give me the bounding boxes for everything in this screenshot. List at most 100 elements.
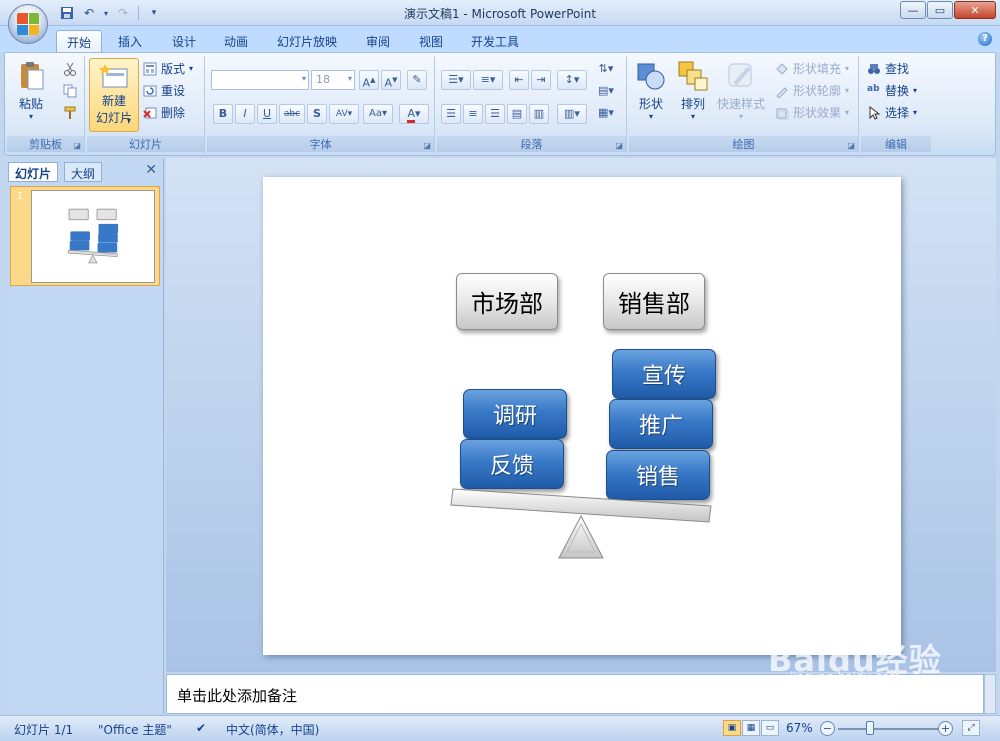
cut-icon[interactable]	[63, 62, 77, 76]
distributed-button[interactable]: ▥	[529, 104, 549, 124]
arrange-button[interactable]: 排列 ▾	[677, 60, 709, 121]
tab-insert[interactable]: 插入	[108, 30, 152, 52]
zoom-out-icon[interactable]: −	[820, 721, 835, 736]
cursor-arrow-icon	[867, 105, 881, 120]
font-size-combo[interactable]: 18 ▾	[311, 70, 355, 90]
decrease-indent-button[interactable]: ⇤	[509, 70, 529, 90]
columns-button[interactable]: ▥▾	[557, 104, 587, 124]
text-shadow-button[interactable]: S	[307, 104, 327, 124]
layout-label: 版式	[161, 62, 186, 76]
new-slide-button[interactable]: 新建 幻灯片	[89, 58, 139, 132]
text-direction-button[interactable]: ⇅▾	[593, 60, 619, 80]
justify-button[interactable]: ▤	[507, 104, 527, 124]
help-icon[interactable]: ?	[978, 32, 992, 46]
clipboard-group: 粘贴 ▾ 剪贴板 ◪	[7, 56, 85, 154]
align-right-button[interactable]: ☰	[485, 104, 505, 124]
close-button[interactable]: ✕	[954, 1, 996, 19]
shape-effects-button[interactable]: 形状效果 ▾	[775, 104, 849, 121]
align-text-button[interactable]: ▤▾	[593, 82, 619, 102]
drawing-launcher-icon[interactable]: ◪	[847, 141, 855, 150]
paste-button[interactable]: 粘贴 ▾	[15, 60, 47, 121]
tab-animations[interactable]: 动画	[214, 30, 258, 52]
drawing-group: 形状 ▾ 排列 ▾ 快速样式 ▾ 形状填充 ▾ 形状轮廓 ▾ 形状效果 ▾ 绘图…	[629, 56, 859, 154]
notes-scrollbar[interactable]	[984, 674, 996, 714]
tab-outline[interactable]: 大纲	[64, 162, 103, 182]
office-logo-icon	[17, 13, 39, 35]
character-spacing-button[interactable]: AV▾	[329, 104, 359, 124]
find-button[interactable]: 查找	[867, 60, 909, 77]
clipboard-launcher-icon[interactable]: ◪	[73, 141, 81, 150]
tab-view[interactable]: 视图	[409, 30, 453, 52]
slide-sorter-button[interactable]: ▦	[742, 720, 760, 736]
theme-name[interactable]: "Office 主题"	[98, 721, 172, 738]
strikethrough-button[interactable]: abc	[279, 104, 305, 124]
copy-icon[interactable]	[63, 84, 77, 98]
paint-bucket-icon	[775, 62, 789, 76]
sales-dept-box[interactable]: 销售部	[603, 273, 705, 330]
shape-fill-button[interactable]: 形状填充 ▾	[775, 60, 849, 77]
smartart-button[interactable]: ▦▾	[593, 104, 619, 124]
slide-thumbnail-selected[interactable]: 1	[10, 186, 160, 286]
line-spacing-button[interactable]: ↕▾	[557, 70, 587, 90]
zoom-level[interactable]: 67%	[786, 721, 813, 735]
fit-to-window-icon[interactable]: ⤢	[962, 720, 980, 736]
tab-slideshow[interactable]: 幻灯片放映	[267, 30, 347, 52]
normal-view-button[interactable]: ▣	[723, 720, 741, 736]
select-button[interactable]: 选择 ▾	[867, 104, 917, 121]
align-center-button[interactable]: ≡	[463, 104, 483, 124]
delete-slide-button[interactable]: 删除	[143, 104, 185, 121]
reset-button[interactable]: 重设	[143, 82, 185, 99]
spell-check-icon[interactable]: ✔	[196, 721, 206, 735]
quick-styles-label: 快速样式	[717, 97, 766, 111]
replace-button[interactable]: ab 替换 ▾	[867, 82, 917, 99]
quick-styles-button[interactable]: 快速样式 ▾	[717, 60, 765, 121]
font-color-button[interactable]: A▾	[399, 104, 429, 124]
balance-scale[interactable]	[443, 482, 713, 572]
font-launcher-icon[interactable]: ◪	[423, 141, 431, 150]
font-name-combo[interactable]: ▾	[211, 70, 309, 90]
shrink-font-button[interactable]: A▼	[381, 70, 401, 90]
change-case-button[interactable]: Aa▾	[363, 104, 393, 124]
language-indicator[interactable]: 中文(简体，中国)	[226, 721, 319, 738]
office-button[interactable]	[8, 4, 48, 44]
clear-formatting-button[interactable]: ✎	[407, 70, 427, 90]
bold-button[interactable]: B	[213, 104, 233, 124]
promotion-box[interactable]: 宣传	[612, 349, 716, 399]
tab-developer[interactable]: 开发工具	[461, 30, 529, 52]
marketing-box[interactable]: 推广	[609, 399, 713, 449]
underline-button[interactable]: U	[257, 104, 277, 124]
zoom-slider-track[interactable]	[838, 728, 938, 730]
slide-workspace: 市场部 销售部 调研 反馈 宣传 推广 销售	[166, 158, 996, 672]
pane-close-icon[interactable]: ✕	[145, 162, 157, 178]
zoom-in-icon[interactable]: +	[938, 721, 953, 736]
replace-icon: ab	[867, 83, 880, 94]
tab-review[interactable]: 审阅	[356, 30, 400, 52]
slide-thumbnail	[31, 190, 155, 283]
shapes-button[interactable]: 形状 ▾	[635, 60, 667, 121]
shape-outline-label: 形状轮廓	[793, 84, 842, 98]
tab-design[interactable]: 设计	[162, 30, 206, 52]
slide-canvas[interactable]: 市场部 销售部 调研 反馈 宣传 推广 销售	[263, 177, 901, 655]
bullets-button[interactable]: ☰▾	[441, 70, 471, 90]
zoom-slider-thumb[interactable]	[866, 721, 874, 735]
grow-font-button[interactable]: A▲	[359, 70, 379, 90]
maximize-button[interactable]: ▭	[927, 1, 953, 19]
minimize-button[interactable]: —	[900, 1, 926, 19]
format-painter-icon[interactable]	[63, 106, 77, 120]
italic-button[interactable]: I	[235, 104, 255, 124]
numbering-button[interactable]: ≡▾	[473, 70, 503, 90]
align-left-button[interactable]: ☰	[441, 104, 461, 124]
notes-placeholder: 单击此处添加备注	[177, 687, 298, 705]
paragraph-launcher-icon[interactable]: ◪	[615, 141, 623, 150]
research-box[interactable]: 调研	[463, 389, 567, 439]
increase-indent-button[interactable]: ⇥	[531, 70, 551, 90]
clipboard-group-label: 剪贴板	[7, 136, 84, 152]
layout-button[interactable]: 版式 ▾	[143, 60, 193, 77]
shape-fill-label: 形状填充	[793, 62, 842, 76]
shape-outline-button[interactable]: 形状轮廓 ▾	[775, 82, 849, 99]
market-dept-box[interactable]: 市场部	[456, 273, 558, 330]
slideshow-view-button[interactable]: ▭	[761, 720, 779, 736]
tab-home[interactable]: 开始	[56, 30, 103, 52]
ribbon: 粘贴 ▾ 剪贴板 ◪ 新建 幻灯片 ▾ 版式 ▾ 重设 删除 幻灯片 ▾ 18 …	[4, 52, 996, 156]
tab-slides[interactable]: 幻灯片	[8, 162, 59, 182]
